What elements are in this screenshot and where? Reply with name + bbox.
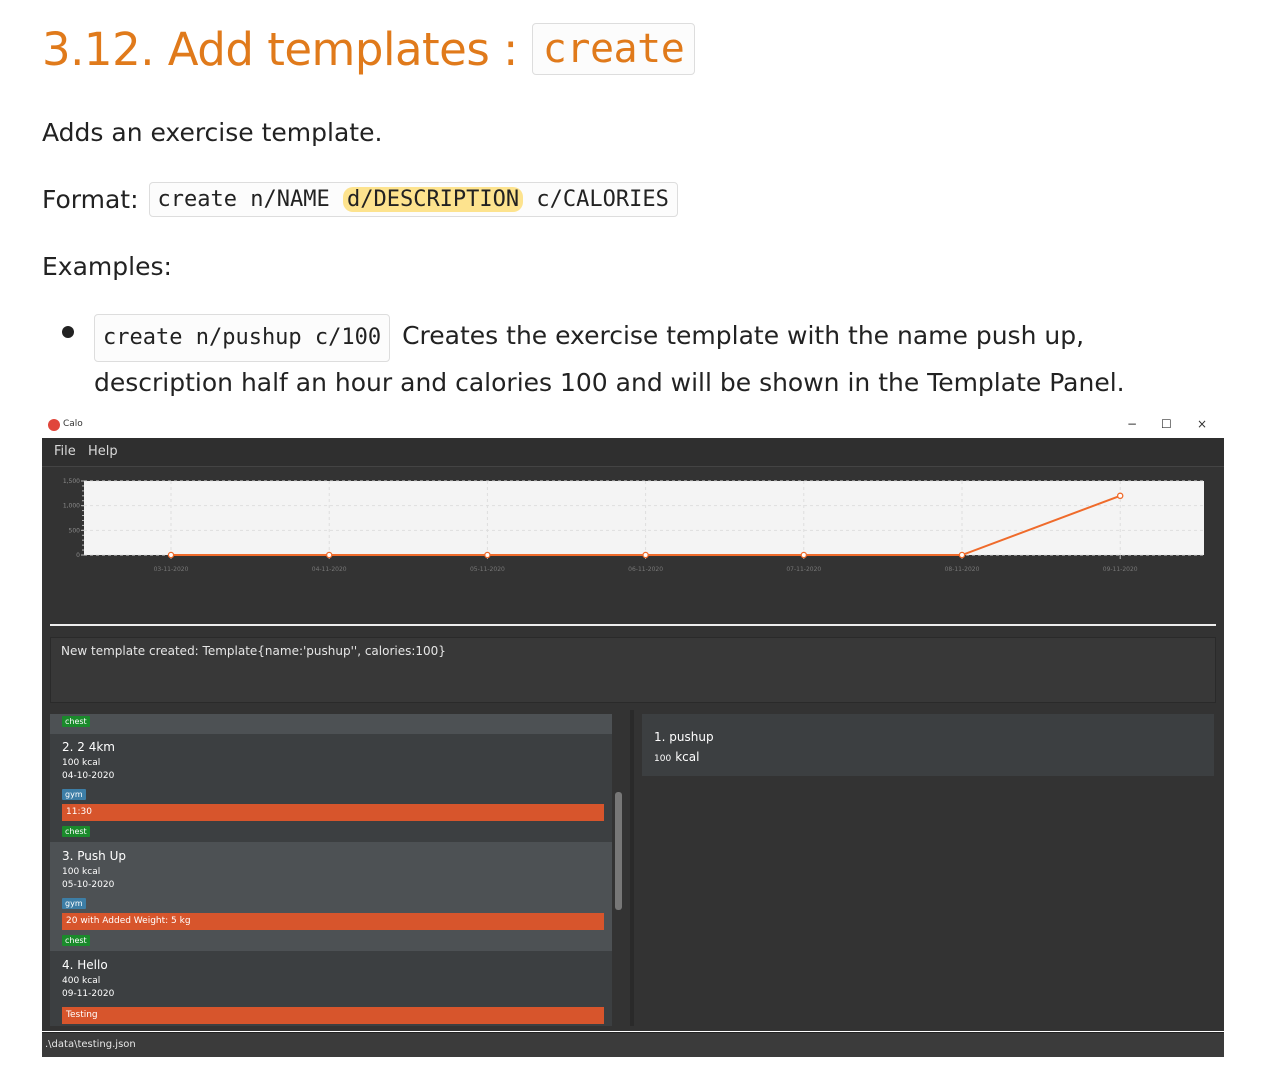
title-bar: Calo − ☐ × [42, 414, 1224, 438]
calorie-chart-panel: 0 500 1,000 1,500 03-11-2020 04-11-2020 05-11-… [42, 466, 1224, 592]
chart-x-tick-label: 07-11-2020 [786, 566, 821, 573]
tag-chest: chest [62, 826, 90, 837]
format-code-highlight: d/DESCRIPTION [342, 186, 524, 212]
section-heading: 3.12. Add templates : create [42, 18, 696, 80]
result-display: New template created: Template{name:'pus… [50, 637, 1216, 703]
calorie-line-chart: 0 500 1,000 1,500 03-11-2020 04-11-2020 05-11-… [63, 478, 1204, 573]
exercise-calories: 100 kcal [62, 758, 101, 768]
heading-code: create [531, 23, 696, 75]
chart-x-tick-label: 04-11-2020 [312, 566, 347, 573]
window-title: Calo [63, 419, 83, 429]
status-file-path: .\data\testing.json [45, 1039, 136, 1050]
chart-y-tick-label: 0 [76, 552, 80, 559]
chart-data-point [1116, 492, 1124, 500]
tag-chest: chest [62, 716, 90, 727]
exercise-list[interactable]: chest 2. 2 4km 100 kcal 04-10-2020 gym 1… [50, 714, 612, 1026]
exercise-calories: 100 kcal [62, 867, 101, 877]
heading-text: 3.12. Add templates : [42, 22, 518, 76]
bullet-dot [62, 326, 74, 338]
exercise-description-bar: 11:30 [62, 804, 604, 821]
exercise-description-bar: 20 with Added Weight: 5 kg [62, 913, 604, 930]
format-line: Format: create n/NAME d/DESCRIPTION c/CA… [42, 180, 678, 218]
chart-x-tick-label: 09-11-2020 [1103, 566, 1138, 573]
exercise-description-bar: Testing [62, 1007, 604, 1024]
chart-x-tick-label: 05-11-2020 [470, 566, 505, 573]
examples-label: Examples: [42, 251, 172, 281]
example-code: create n/pushup c/100 [94, 314, 391, 362]
app-logo-icon [48, 419, 60, 431]
exercise-date: 05-10-2020 [62, 880, 115, 890]
close-button[interactable]: × [1197, 417, 1207, 431]
maximize-button[interactable]: ☐ [1161, 417, 1172, 431]
chart-y-tick-label: 1,000 [63, 503, 80, 510]
exercise-calories: 400 kcal [62, 976, 101, 986]
template-calories-unit: kcal [675, 750, 700, 764]
list-scrollbar[interactable] [615, 792, 622, 910]
exercise-title: 4. Hello [62, 958, 108, 972]
chart-x-tick-label: 08-11-2020 [945, 566, 980, 573]
chart-y-tick-label: 500 [69, 527, 81, 534]
command-input-line[interactable] [50, 624, 1216, 626]
list-item[interactable]: 2. 2 4km 100 kcal 04-10-2020 gym 11:30 c… [50, 734, 612, 842]
tag-gym: gym [62, 789, 86, 800]
result-text: New template created: Template{name:'pus… [61, 644, 446, 658]
minimize-button[interactable]: − [1127, 417, 1137, 431]
intro-text: Adds an exercise template. [42, 117, 383, 147]
example-item: create n/pushup c/100 Creates the exerci… [94, 314, 1224, 404]
exercise-title: 3. Push Up [62, 849, 126, 863]
chart-data-point [325, 551, 333, 559]
template-calories: 100 kcal [654, 750, 699, 764]
chart-data-point [484, 551, 491, 559]
format-label: Format: [42, 184, 139, 214]
menu-file[interactable]: File [54, 444, 76, 459]
chart-data-point [642, 551, 649, 559]
exercise-date: 04-10-2020 [62, 771, 115, 781]
chart-y-tick-label: 1,500 [63, 478, 80, 485]
template-panel: 1. pushup 100 kcal [634, 710, 1224, 1026]
exercise-date: 09-11-2020 [62, 989, 115, 999]
list-item[interactable]: 4. Hello 400 kcal 09-11-2020 Testing [50, 951, 612, 1026]
chart-x-tick-label: 03-11-2020 [154, 566, 189, 573]
chart-x-tick-label: 06-11-2020 [628, 566, 663, 573]
template-title: 1. pushup [654, 730, 714, 744]
exercise-title: 2. 2 4km [62, 740, 115, 754]
chart-data-point [800, 551, 808, 559]
template-calories-value: 100 [654, 754, 672, 764]
menu-bar: File Help [42, 438, 1224, 466]
template-item[interactable]: 1. pushup 100 kcal [642, 714, 1214, 776]
list-item[interactable]: 3. Push Up 100 kcal 05-10-2020 gym 20 wi… [50, 842, 612, 951]
chart-data-point [958, 551, 966, 559]
status-bar: .\data\testing.json [42, 1032, 1224, 1057]
tag-chest: chest [62, 935, 90, 946]
tag-gym: gym [62, 898, 86, 909]
chart-data-point [167, 551, 175, 559]
format-code-part-b: c/CALORIES [523, 186, 669, 212]
format-code: create n/NAME d/DESCRIPTION c/CALORIES [148, 181, 678, 217]
app-window: Calo − ☐ × File Help 0 500 1,000 1,500 03-11… [42, 414, 1224, 1057]
format-code-part-a: create n/NAME [157, 186, 343, 212]
command-box[interactable] [42, 591, 1224, 631]
chart-plot-area [84, 481, 1204, 555]
list-item[interactable]: chest [50, 714, 612, 734]
menu-help[interactable]: Help [88, 444, 118, 459]
